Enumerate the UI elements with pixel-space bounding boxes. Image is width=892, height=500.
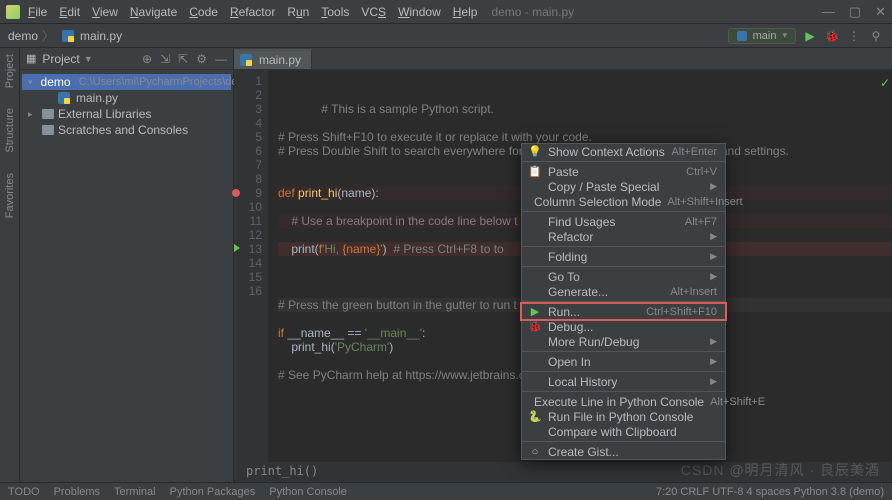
ctx-generate-[interactable]: Generate...Alt+Insert: [522, 284, 725, 299]
menu-window[interactable]: Window: [398, 5, 441, 19]
status-tab[interactable]: TODO: [8, 486, 40, 498]
ctx-refactor[interactable]: Refactor▶: [522, 229, 725, 244]
ctx-create-gist-[interactable]: ○Create Gist...: [522, 444, 725, 459]
tree-item[interactable]: ▾demoC:\Users\mi\PycharmProjects\demo: [22, 74, 231, 90]
folder-icon: [42, 109, 54, 119]
menu-file[interactable]: File: [28, 5, 47, 19]
menu-code[interactable]: Code: [189, 5, 218, 19]
breadcrumb-project[interactable]: demo: [8, 29, 38, 43]
tree-item[interactable]: main.py: [22, 90, 231, 106]
menu-help[interactable]: Help: [453, 5, 478, 19]
main-menu[interactable]: File Edit View Navigate Code Refactor Run Tools…: [28, 5, 477, 19]
status-right[interactable]: 7:20 CRLF UTF-8 4 spaces Python 3.8 (dem…: [656, 486, 884, 498]
menu-run[interactable]: Run: [287, 5, 309, 19]
menu-tools[interactable]: Tools: [321, 5, 349, 19]
python-file-icon: [58, 92, 70, 104]
menu-view[interactable]: View: [92, 5, 118, 19]
project-tree[interactable]: ▾demoC:\Users\mi\PycharmProjects\demomai…: [20, 70, 233, 142]
rail-project[interactable]: Project: [4, 54, 16, 88]
collapse-icon[interactable]: ⇱: [178, 52, 188, 66]
project-panel-header[interactable]: ▦ Project ▼ ⊕ ⇲ ⇱ ⚙ —: [20, 48, 233, 70]
ctx-more-run-debug[interactable]: More Run/Debug▶: [522, 334, 725, 349]
settings-icon[interactable]: ⚙: [196, 52, 207, 66]
ctx-show-context-actions[interactable]: 💡Show Context ActionsAlt+Enter: [522, 144, 725, 159]
run-icon[interactable]: ▶: [802, 29, 818, 43]
ctx-column-selection-mode[interactable]: Column Selection ModeAlt+Shift+Insert: [522, 194, 725, 209]
menu-edit[interactable]: Edit: [59, 5, 80, 19]
status-bar: TODO Problems Terminal Python Packages Pytho…: [0, 482, 892, 500]
debug-icon[interactable]: 🐞: [824, 29, 840, 43]
breadcrumb-function[interactable]: print_hi(): [234, 462, 892, 482]
status-tab[interactable]: Problems: [54, 486, 100, 498]
tree-item[interactable]: Scratches and Consoles: [22, 122, 231, 138]
search-icon[interactable]: ⚲: [868, 29, 884, 43]
minimize-icon[interactable]: —: [822, 4, 835, 20]
rail-favorites[interactable]: Favorites: [4, 173, 16, 218]
editor-gutter[interactable]: 12345678910111213141516: [234, 70, 268, 462]
editor-tabs[interactable]: main.py: [234, 48, 892, 70]
status-tab[interactable]: Python Console: [269, 486, 347, 498]
ctx-execute-line-in-python-console[interactable]: Execute Line in Python ConsoleAlt+Shift+…: [522, 394, 725, 409]
expand-icon[interactable]: ⇲: [160, 52, 170, 66]
more-actions-icon[interactable]: ⋮: [846, 29, 862, 43]
status-tab[interactable]: Terminal: [114, 486, 156, 498]
editor-tab-main[interactable]: main.py: [234, 49, 312, 69]
locate-icon[interactable]: ⊕: [142, 52, 152, 66]
close-icon[interactable]: ✕: [875, 4, 886, 20]
context-menu[interactable]: 💡Show Context ActionsAlt+Enter 📋PasteCtrl…: [521, 143, 726, 460]
window-controls[interactable]: — ▢ ✕: [822, 4, 886, 20]
folder-icon: [42, 125, 54, 135]
window-title: demo - main.py: [491, 5, 574, 19]
ctx-compare-with-clipboard[interactable]: Compare with Clipboard: [522, 424, 725, 439]
menu-navigate[interactable]: Navigate: [130, 5, 177, 19]
ctx-paste[interactable]: 📋PasteCtrl+V: [522, 164, 725, 179]
maximize-icon[interactable]: ▢: [849, 4, 861, 20]
ctx-debug-[interactable]: 🐞Debug...: [522, 319, 725, 334]
tree-item[interactable]: ▸External Libraries: [22, 106, 231, 122]
left-tool-rail: Project Structure Favorites: [0, 48, 20, 482]
python-file-icon: [62, 30, 74, 42]
ctx-folding[interactable]: Folding▶: [522, 249, 725, 264]
folder-icon: ▦: [26, 52, 36, 65]
ctx-local-history[interactable]: Local History▶: [522, 374, 725, 389]
ctx-go-to[interactable]: Go To▶: [522, 269, 725, 284]
hide-panel-icon[interactable]: —: [215, 52, 227, 66]
ctx-run-[interactable]: ▶Run...Ctrl+Shift+F10: [522, 304, 725, 319]
menu-refactor[interactable]: Refactor: [230, 5, 275, 19]
app-logo: [6, 5, 20, 19]
ctx-open-in[interactable]: Open In▶: [522, 354, 725, 369]
ctx-copy-paste-special[interactable]: Copy / Paste Special▶: [522, 179, 725, 194]
ctx-run-file-in-python-console[interactable]: 🐍Run File in Python Console: [522, 409, 725, 424]
python-file-icon: [240, 54, 252, 66]
status-tab[interactable]: Python Packages: [170, 486, 256, 498]
titlebar: File Edit View Navigate Code Refactor Run Tools…: [0, 0, 892, 24]
rail-structure[interactable]: Structure: [4, 108, 16, 153]
breadcrumb-file[interactable]: main.py: [62, 29, 122, 43]
analysis-ok-icon[interactable]: ✓: [880, 76, 890, 90]
run-config-selector[interactable]: main: [728, 28, 796, 44]
navigation-bar: demo 〉 main.py main ▶ 🐞 ⋮ ⚲: [0, 24, 892, 48]
menu-vcs[interactable]: VCS: [361, 5, 386, 19]
ctx-find-usages[interactable]: Find UsagesAlt+F7: [522, 214, 725, 229]
project-panel: ▦ Project ▼ ⊕ ⇲ ⇱ ⚙ — ▾demoC:\Users\mi\P…: [20, 48, 234, 482]
